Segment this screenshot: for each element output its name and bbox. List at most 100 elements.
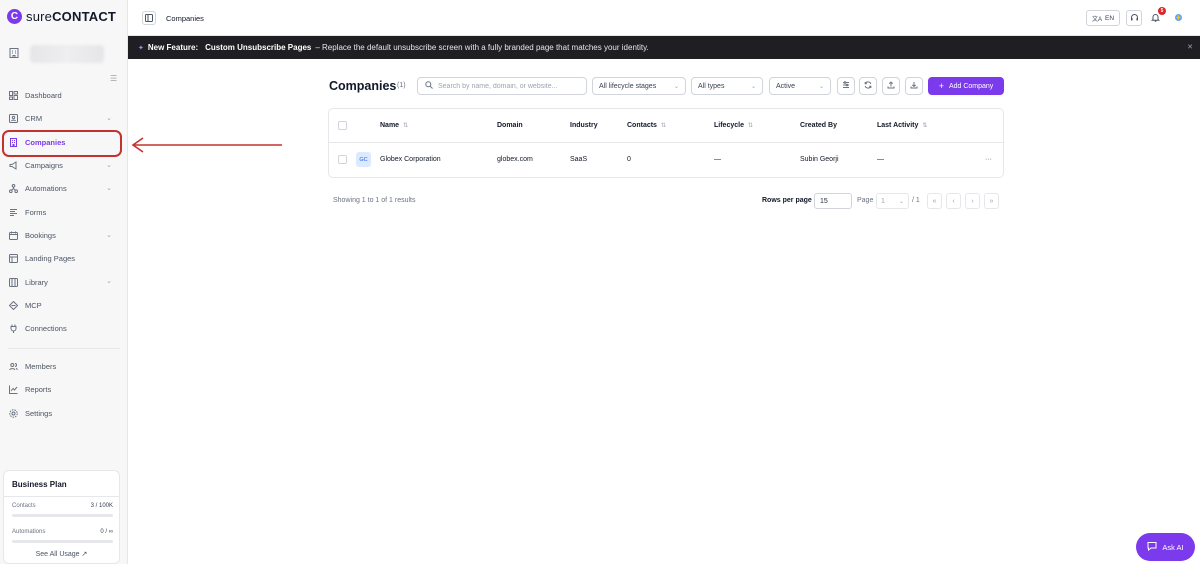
top-bar: Companies 文A EN 5 xyxy=(128,0,1200,36)
chevron-down-icon: ⌄ xyxy=(673,83,679,90)
mcp-icon xyxy=(8,300,18,310)
megaphone-icon xyxy=(8,161,18,171)
columns-icon xyxy=(842,81,850,91)
sort-icon: ⇅ xyxy=(403,123,409,129)
select-all-checkbox[interactable] xyxy=(338,121,347,130)
column-header-contacts[interactable]: Contacts ⇅ xyxy=(627,122,666,129)
company-name[interactable]: Globex Corporation xyxy=(380,156,441,163)
sidebar-item-automations[interactable]: Automations ⌄ xyxy=(0,177,128,200)
rows-per-page-input[interactable]: 15 xyxy=(814,193,852,209)
chart-icon xyxy=(8,385,18,395)
page-label: Page xyxy=(857,197,874,204)
sidebar-item-reports[interactable]: Reports xyxy=(0,378,128,401)
chat-icon xyxy=(1147,541,1157,553)
sidebar-toggle-icon[interactable] xyxy=(142,11,156,25)
column-header-lifecycle[interactable]: Lifecycle ⇅ xyxy=(714,122,753,129)
type-filter-value: All types xyxy=(698,82,725,90)
row-actions-icon[interactable]: ··· xyxy=(985,156,992,163)
search-box[interactable] xyxy=(417,77,587,95)
sidebar-item-label: Dashboard xyxy=(25,91,62,101)
company-created-by: Subin Georji xyxy=(800,156,839,163)
banner-prefix: New Feature: xyxy=(147,43,199,52)
contacts-usage-row: Contacts 3 / 100K xyxy=(12,503,113,509)
type-filter-select[interactable]: All types ⌄ xyxy=(691,77,763,95)
company-contacts: 0 xyxy=(627,156,631,163)
add-company-button[interactable]: + Add Company xyxy=(928,77,1004,95)
sidebar-collapse-icon[interactable]: ☰ xyxy=(110,74,117,83)
sidebar-item-forms[interactable]: Forms xyxy=(0,200,128,223)
translate-icon: 文A xyxy=(1091,16,1102,23)
chevron-down-icon: ⌄ xyxy=(106,161,112,169)
page-title: Companies xyxy=(166,14,204,23)
table-row[interactable]: GC Globex Corporation globex.com SaaS 0 … xyxy=(329,143,1003,177)
chevron-down-icon: ⌄ xyxy=(106,185,112,193)
sort-icon: ⇅ xyxy=(660,123,666,129)
column-header-name[interactable]: Name ⇅ xyxy=(380,122,408,129)
sidebar-item-crm[interactable]: CRM ⌄ xyxy=(0,107,128,130)
workspace-switcher[interactable] xyxy=(8,40,120,68)
layout-icon xyxy=(8,254,18,264)
app-switcher-button[interactable] xyxy=(1170,10,1186,26)
last-page-button[interactable]: » xyxy=(984,193,999,209)
refresh-button[interactable] xyxy=(859,77,877,95)
upload-icon xyxy=(887,81,895,91)
automations-usage-bar xyxy=(12,540,113,543)
contacts-usage-label: Contacts xyxy=(12,503,36,509)
sidebar-item-dashboard[interactable]: Dashboard xyxy=(0,84,128,107)
sidebar-item-landing-pages[interactable]: Landing Pages xyxy=(0,247,128,270)
sidebar-item-settings[interactable]: Settings xyxy=(0,402,128,425)
sidebar-secondary-nav: Members Reports Settings xyxy=(0,348,128,425)
sidebar-item-bookings[interactable]: Bookings ⌄ xyxy=(0,224,128,247)
sidebar-item-label: Connections xyxy=(25,324,67,334)
sidebar-item-campaigns[interactable]: Campaigns ⌄ xyxy=(0,154,128,177)
sidebar-item-library[interactable]: Library ⌄ xyxy=(0,270,128,293)
export-button[interactable] xyxy=(882,77,900,95)
language-button[interactable]: 文A EN xyxy=(1086,10,1120,26)
company-industry: SaaS xyxy=(570,156,588,163)
first-page-button[interactable]: « xyxy=(927,193,942,209)
users-icon xyxy=(8,362,18,372)
plan-usage-card: Business Plan Contacts 3 / 100K Automati… xyxy=(3,470,120,564)
column-header-last-activity[interactable]: Last Activity ⇅ xyxy=(877,122,927,129)
table-header-row: Name ⇅ Domain Industry Contacts ⇅ Lifecycl… xyxy=(329,109,1003,143)
contacts-usage-bar xyxy=(12,514,113,517)
next-page-button[interactable]: › xyxy=(965,193,980,209)
sidebar-item-members[interactable]: Members xyxy=(0,355,128,378)
notification-count-badge: 5 xyxy=(1158,7,1166,15)
columns-button[interactable] xyxy=(837,77,855,95)
chevron-down-icon: ⌄ xyxy=(750,83,756,90)
new-feature-banner: ✦ New Feature: Custom Unsubscribe Pages … xyxy=(128,36,1200,59)
chevron-right-icon: › xyxy=(971,197,974,205)
see-all-usage-link[interactable]: See All Usage ↗ xyxy=(4,550,119,558)
sidebar-item-label: Automations xyxy=(25,184,67,194)
brand-app-icon xyxy=(1174,13,1183,24)
company-lifecycle: — xyxy=(714,156,721,163)
close-icon[interactable]: ✕ xyxy=(1187,43,1193,51)
brand-logo[interactable]: C sureCONTACT xyxy=(7,9,116,24)
dashboard-icon xyxy=(8,91,18,101)
notifications-button[interactable]: 5 xyxy=(1147,7,1166,26)
row-checkbox[interactable] xyxy=(338,155,347,164)
status-filter-select[interactable]: Active ⌄ xyxy=(769,77,831,95)
support-button[interactable] xyxy=(1126,10,1142,26)
lifecycle-filter-value: All lifecycle stages xyxy=(599,82,657,90)
sidebar-item-mcp[interactable]: MCP xyxy=(0,294,128,317)
search-input[interactable] xyxy=(438,82,578,90)
prev-page-button[interactable]: ‹ xyxy=(946,193,961,209)
ask-ai-button[interactable]: Ask AI xyxy=(1136,533,1195,561)
bell-icon xyxy=(1150,13,1160,24)
page-select[interactable]: 1 ⌄ xyxy=(876,193,909,209)
sidebar-item-label: Bookings xyxy=(25,230,56,240)
column-header-label: Last Activity xyxy=(877,122,919,129)
add-company-label: Add Company xyxy=(948,82,994,90)
gear-icon xyxy=(8,408,18,418)
sidebar-item-label: Landing Pages xyxy=(25,254,76,264)
headset-icon xyxy=(1130,13,1139,24)
sidebar-item-connections[interactable]: Connections xyxy=(0,317,128,340)
sidebar-item-label: Forms xyxy=(25,207,47,217)
chevron-down-icon: ⌄ xyxy=(106,115,112,123)
lifecycle-filter-select[interactable]: All lifecycle stages ⌄ xyxy=(592,77,686,95)
chevron-down-icon: ⌄ xyxy=(898,198,904,205)
sidebar: C sureCONTACT ☰ Dashboard CRM ⌄ Companie… xyxy=(0,0,128,564)
import-button[interactable] xyxy=(905,77,923,95)
